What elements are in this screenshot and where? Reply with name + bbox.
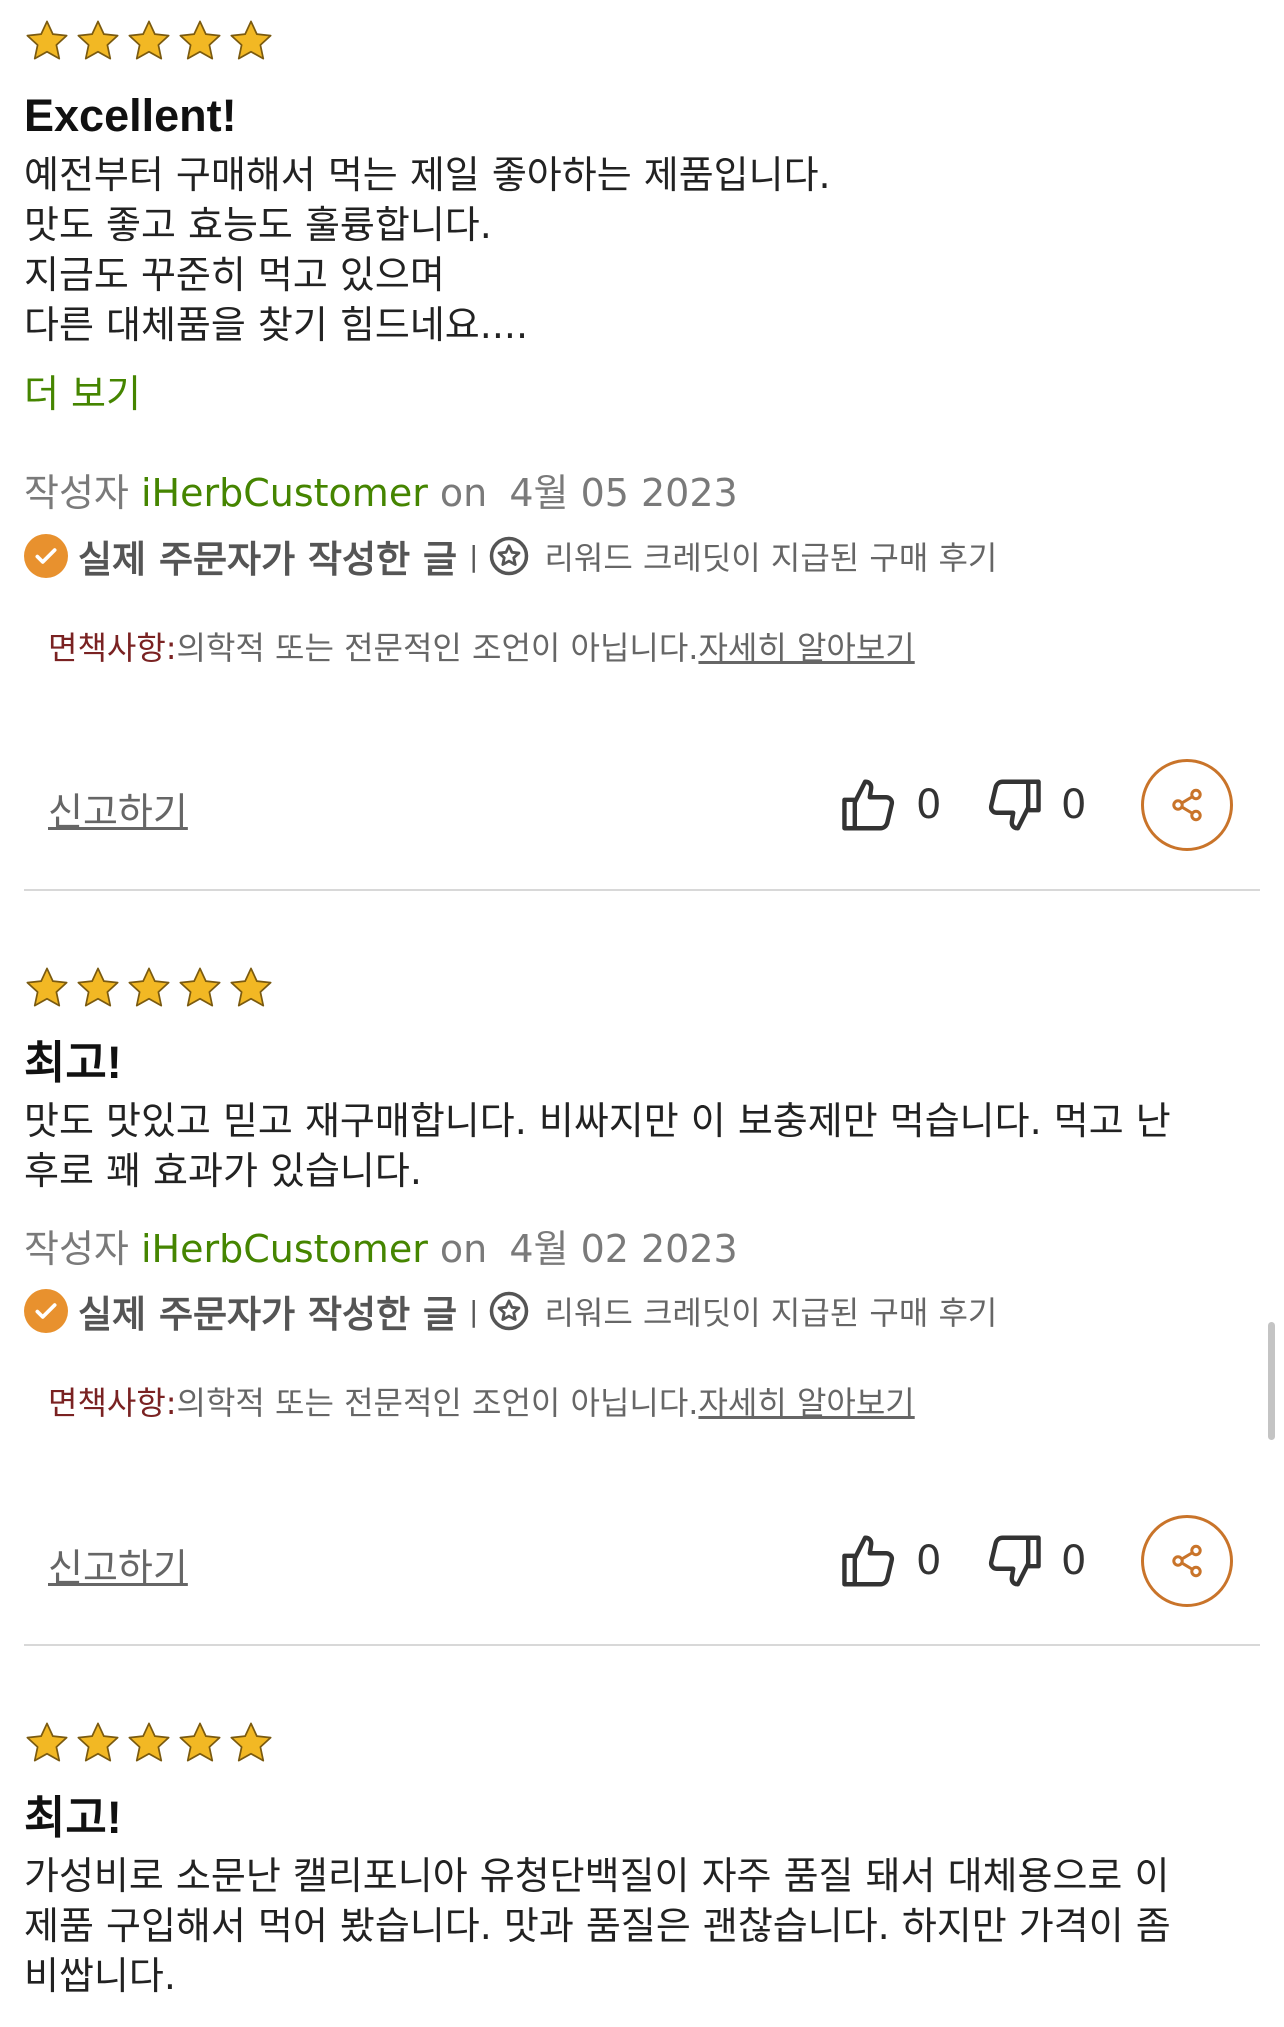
- review-title: 최고!: [24, 1037, 122, 1088]
- review-body-line: 비쌉니다.: [24, 1954, 176, 1998]
- star-icon: [128, 967, 170, 1007]
- review-body: 맛도 맛있고 믿고 재구매합니다. 비싸지만 이 보충제만 먹습니다. 먹고 난…: [24, 1096, 1234, 1196]
- review-body-line: 후로 꽤 효과가 있습니다.: [24, 1149, 422, 1193]
- share-button[interactable]: [1141, 759, 1233, 851]
- author-on: on: [439, 471, 488, 515]
- star-icon: [230, 1722, 272, 1762]
- star-icon: [128, 1722, 170, 1762]
- star-icon: [26, 967, 68, 1007]
- disclaimer: 면책사항:의학적 또는 전문적인 조언이 아닙니다.자세히 알아보기: [48, 1381, 915, 1425]
- review-body-line: 지금도 꾸준히 먹고 있으며: [24, 253, 445, 297]
- report-link[interactable]: 신고하기: [48, 1537, 188, 1592]
- star-icon: [128, 20, 170, 60]
- report-link[interactable]: 신고하기: [48, 781, 188, 836]
- dislike-count: 0: [1061, 782, 1087, 828]
- review-body-line: 다른 대체품을 찾기 힘드네요....: [24, 303, 529, 347]
- review-body: 예전부터 구매해서 먹는 제일 좋아하는 제품입니다. 맛도 좋고 효능도 훌륭…: [24, 150, 1234, 350]
- reward-star-icon: [490, 536, 529, 576]
- star-icon: [26, 20, 68, 60]
- verified-purchase-row: 실제 주문자가 작성한 글 | 리워드 크레딧이 지급된 구매 후기: [24, 1286, 997, 1336]
- learn-more-link[interactable]: 자세히 알아보기: [698, 629, 914, 667]
- star-rating: [24, 1720, 274, 1766]
- thumbs-down-icon: [988, 1535, 1041, 1587]
- separator: |: [469, 539, 479, 573]
- share-icon: [1172, 788, 1202, 822]
- dislike-button[interactable]: 0: [983, 774, 1086, 836]
- read-more-link[interactable]: 더 보기: [24, 369, 141, 419]
- disclaimer: 면책사항:의학적 또는 전문적인 조언이 아닙니다.자세히 알아보기: [48, 626, 915, 670]
- thumbs-up-icon: [842, 779, 895, 831]
- divider: [24, 1644, 1260, 1646]
- like-button[interactable]: 0: [838, 1530, 941, 1592]
- dislike-count: 0: [1061, 1538, 1087, 1584]
- star-rating: [24, 18, 274, 64]
- disclaimer-text: 의학적 또는 전문적인 조언이 아닙니다.: [176, 1384, 699, 1422]
- learn-more-link[interactable]: 자세히 알아보기: [698, 1384, 914, 1422]
- like-button[interactable]: 0: [838, 774, 941, 836]
- star-icon: [230, 967, 272, 1007]
- share-button[interactable]: [1141, 1515, 1233, 1607]
- reward-label: 리워드 크레딧이 지급된 구매 후기: [544, 1294, 998, 1332]
- review-author-line: 작성자 iHerbCustomer on 4월 05 2023: [24, 468, 738, 518]
- star-icon: [77, 1722, 119, 1762]
- verified-label: 실제 주문자가 작성한 글: [78, 1293, 458, 1336]
- star-icon: [179, 1722, 221, 1762]
- share-icon: [1172, 1544, 1202, 1578]
- thumbs-down-icon: [988, 779, 1041, 831]
- dislike-button[interactable]: 0: [983, 1530, 1086, 1592]
- star-icon: [230, 20, 272, 60]
- author-name[interactable]: iHerbCustomer: [141, 471, 428, 515]
- review-body-line: 맛도 좋고 효능도 훌륭합니다.: [24, 203, 492, 247]
- thumbs-up-icon: [842, 1535, 895, 1587]
- review-date: 4월 02 2023: [509, 1227, 738, 1271]
- star-icon: [26, 1722, 68, 1762]
- review-title: 최고!: [24, 1792, 122, 1843]
- divider: [24, 889, 1260, 891]
- like-count: 0: [916, 1538, 942, 1584]
- separator: |: [469, 1294, 479, 1328]
- author-on: on: [439, 1227, 488, 1271]
- star-icon: [179, 967, 221, 1007]
- review-author-line: 작성자 iHerbCustomer on 4월 02 2023: [24, 1224, 738, 1274]
- verified-purchase-row: 실제 주문자가 작성한 글 | 리워드 크레딧이 지급된 구매 후기: [24, 531, 997, 581]
- star-icon: [77, 967, 119, 1007]
- review-body: 가성비로 소문난 캘리포니아 유청단백질이 자주 품질 돼서 대체용으로 이 제…: [24, 1851, 1234, 2001]
- review-title: Excellent!: [24, 90, 237, 141]
- review-body-line: 맛도 맛있고 믿고 재구매합니다. 비싸지만 이 보충제만 먹습니다. 먹고 난: [24, 1099, 1171, 1143]
- author-name[interactable]: iHerbCustomer: [141, 1227, 428, 1271]
- disclaimer-label: 면책사항:: [48, 1384, 177, 1422]
- disclaimer-text: 의학적 또는 전문적인 조언이 아닙니다.: [176, 629, 699, 667]
- reward-star-icon: [490, 1291, 529, 1331]
- scrollbar-thumb[interactable]: [1268, 1322, 1275, 1440]
- star-icon: [77, 20, 119, 60]
- verified-label: 실제 주문자가 작성한 글: [78, 538, 458, 581]
- review-body-line: 제품 구입해서 먹어 봤습니다. 맛과 품질은 괜찮습니다. 하지만 가격이 좀: [24, 1904, 1171, 1948]
- verified-check-icon: [24, 1289, 68, 1333]
- verified-check-icon: [24, 534, 68, 578]
- reward-label: 리워드 크레딧이 지급된 구매 후기: [544, 539, 998, 577]
- author-prefix: 작성자: [24, 471, 129, 515]
- review-date: 4월 05 2023: [509, 471, 738, 515]
- star-icon: [179, 20, 221, 60]
- disclaimer-label: 면책사항:: [48, 629, 177, 667]
- like-count: 0: [916, 782, 942, 828]
- author-prefix: 작성자: [24, 1227, 129, 1271]
- review-body-line: 가성비로 소문난 캘리포니아 유청단백질이 자주 품질 돼서 대체용으로 이: [24, 1854, 1170, 1898]
- star-rating: [24, 965, 274, 1011]
- review-body-line: 예전부터 구매해서 먹는 제일 좋아하는 제품입니다.: [24, 153, 831, 197]
